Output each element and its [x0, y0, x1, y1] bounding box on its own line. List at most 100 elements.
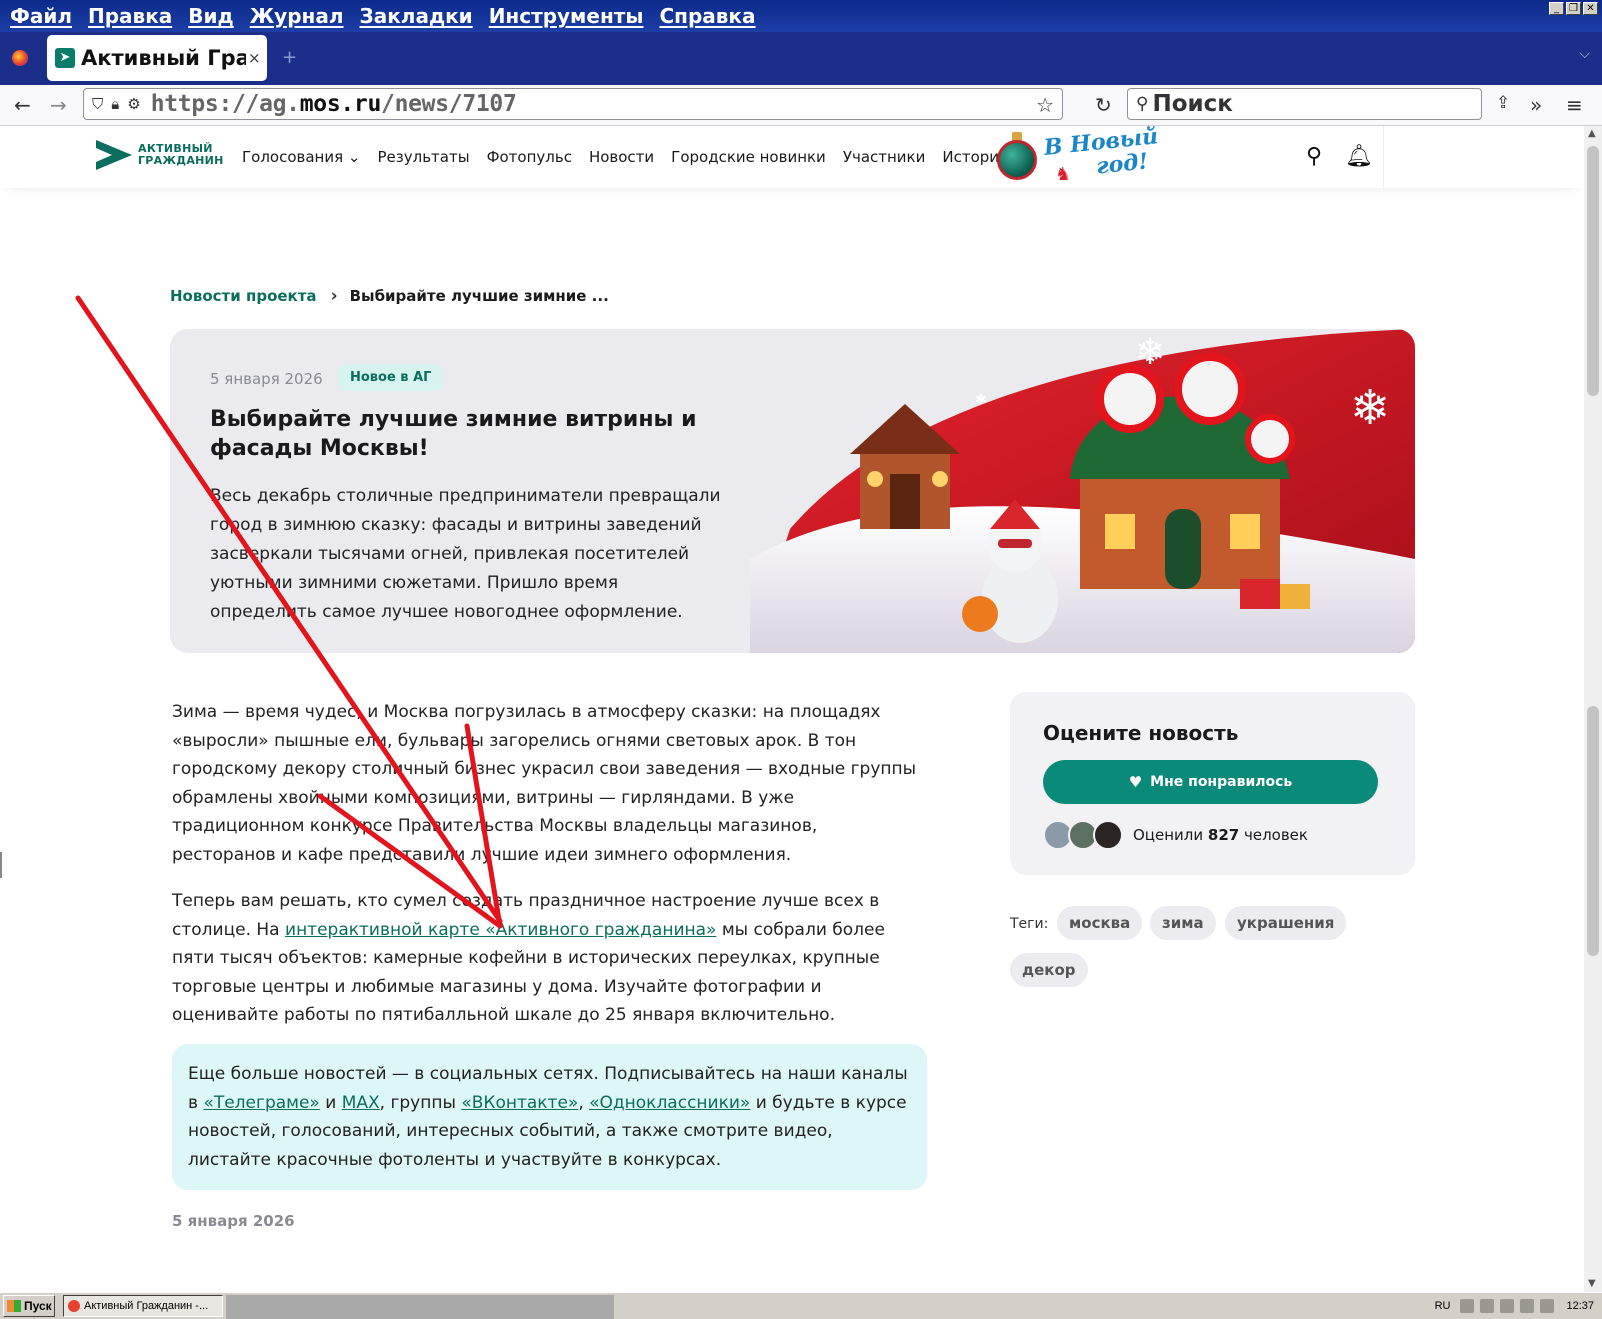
extensions-icon[interactable]: ⇪ — [1496, 93, 1510, 113]
chevron-down-icon: ⌄ — [347, 148, 361, 166]
telegram-link[interactable]: «Телеграме» — [203, 1093, 319, 1113]
site-header: АКТИВНЫЙ ГРАЖДАНИН Голосования ⌄ Результа… — [0, 126, 1584, 188]
news-lead: Весь декабрь столичные предприниматели п… — [210, 486, 721, 622]
tray-app-icon[interactable] — [1500, 1299, 1515, 1313]
close-window-icon[interactable]: ✕ — [1583, 2, 1598, 15]
web-page: АКТИВНЫЙ ГРАЖДАНИН Голосования ⌄ Результа… — [0, 126, 1584, 1292]
firefox-icon[interactable] — [12, 50, 28, 66]
menu-help[interactable]: Справка — [659, 4, 755, 28]
chevron-right-icon: › — [330, 286, 338, 306]
back-arrow-icon[interactable]: ← — [14, 93, 31, 117]
article-paragraph-1: Зима — время чудес, и Москва погрузилась… — [172, 702, 917, 865]
max-link[interactable]: MAX — [342, 1093, 380, 1113]
svg-text:✱: ✱ — [975, 392, 987, 408]
news-hero-card: 5 января 2026 Новое в АГ Выбирайте лучши… — [170, 329, 1415, 653]
tag-winter[interactable]: зима — [1150, 906, 1216, 940]
bell-icon[interactable]: 🔔︎ — [1345, 144, 1373, 169]
menu-edit[interactable]: Правка — [88, 4, 172, 28]
scrollbar-thumb-2[interactable] — [1587, 706, 1599, 956]
nav-participants[interactable]: Участники — [843, 148, 926, 166]
firefox-icon — [68, 1300, 80, 1312]
lock-icon[interactable]: 🔒︎ — [111, 95, 119, 113]
tab-strip: ➤ Активный Граж × — [0, 32, 1602, 85]
site-favicon-icon: ➤ — [55, 48, 75, 68]
reload-icon[interactable]: ↻ — [1095, 93, 1112, 117]
rated-count: Оценили 827 человек — [1133, 826, 1308, 844]
category-badge[interactable]: Новое в АГ — [338, 364, 444, 391]
menu-tools[interactable]: Инструменты — [489, 4, 644, 28]
scrollbar-thumb[interactable] — [1587, 146, 1599, 396]
news-title: Выбирайте лучшие зимние витрины и фасады… — [210, 407, 697, 461]
taskbar: Пуск Активный Гражданин -... RU 12:37 — [0, 1292, 1602, 1319]
menu-view[interactable]: Вид — [188, 4, 233, 28]
rating-title: Оцените новость — [1043, 721, 1239, 745]
clock[interactable]: 12:37 — [1566, 1300, 1594, 1312]
breadcrumb-parent-link[interactable]: Новости проекта — [170, 287, 317, 305]
interactive-map-link[interactable]: интерактивной карте «Активного гражданин… — [285, 920, 716, 940]
new-tab-button[interactable]: + — [282, 47, 297, 68]
nav-city-novelties[interactable]: Городские новинки — [671, 148, 826, 166]
heart-icon: ♥ — [1128, 773, 1143, 791]
scroll-up-icon[interactable]: ▲ — [1588, 128, 1596, 139]
system-tray: RU 12:37 — [1435, 1295, 1600, 1317]
nav-results[interactable]: Результаты — [378, 148, 470, 166]
network-icon[interactable] — [1480, 1299, 1495, 1313]
logo-line-2: ГРАЖДАНИН — [138, 154, 224, 167]
address-bar[interactable]: ⛉ 🔒︎ ⚙ https://ag.mos.ru/news/7107 ☆ — [83, 88, 1063, 120]
scroll-down-icon[interactable]: ▼ — [1588, 1278, 1596, 1289]
search-icon: ⚲ — [1136, 94, 1149, 114]
article-footer-date: 5 января 2026 — [172, 1212, 295, 1230]
site-nav: Голосования ⌄ Результаты Фотопульс Новос… — [242, 148, 1026, 166]
svg-text:❄: ❄ — [1350, 380, 1390, 436]
search-bar[interactable]: ⚲ — [1127, 88, 1482, 120]
nav-votes[interactable]: Голосования ⌄ — [242, 148, 361, 166]
logo-arrow-icon — [96, 140, 132, 170]
tray-arrow-icon[interactable] — [1460, 1299, 1475, 1313]
tag-decor[interactable]: декор — [1010, 953, 1088, 987]
tab-close-icon[interactable]: × — [248, 49, 261, 67]
breadcrumb-current: Выбирайте лучшие зимние ... — [349, 287, 609, 305]
menu-bookmarks[interactable]: Закладки — [360, 4, 473, 28]
tag-moscow[interactable]: москва — [1057, 906, 1143, 940]
windows-logo-icon — [7, 1300, 21, 1312]
forward-arrow-icon[interactable]: → — [50, 93, 67, 117]
social-callout: Еще больше новостей — в социальных сетях… — [172, 1044, 927, 1190]
nav-photopulse[interactable]: Фотопульс — [487, 148, 572, 166]
ok-link[interactable]: «Одноклассники» — [589, 1093, 750, 1113]
shield-icon[interactable]: ⛉ — [92, 95, 103, 113]
svg-text:❄: ❄ — [1135, 332, 1165, 373]
nav-toolbar: ← → ⛉ 🔒︎ ⚙ https://ag.mos.ru/news/7107 ☆… — [0, 85, 1602, 126]
tab-active[interactable]: ➤ Активный Граж × — [47, 35, 267, 81]
page-scrollbar[interactable]: ▲ ▼ — [1584, 126, 1602, 1292]
overflow-chevrons-icon[interactable]: » — [1530, 93, 1542, 117]
volume-icon[interactable] — [1540, 1299, 1555, 1313]
menu-file[interactable]: Файл — [10, 4, 72, 28]
permissions-icon[interactable]: ⚙ — [127, 95, 140, 113]
bookmark-star-icon[interactable]: ☆ — [1036, 93, 1054, 117]
tray-device-icon[interactable] — [1520, 1299, 1535, 1313]
news-date: 5 января 2026 — [210, 370, 323, 388]
site-logo[interactable]: АКТИВНЫЙ ГРАЖДАНИН — [96, 140, 224, 170]
nav-news[interactable]: Новости — [589, 148, 654, 166]
vk-link[interactable]: «ВКонтакте» — [461, 1093, 578, 1113]
window-controls: _ ❐ ✕ — [1549, 2, 1598, 15]
search-icon[interactable]: ⚲ — [1306, 144, 1322, 169]
restore-icon[interactable]: ❐ — [1566, 2, 1581, 15]
tab-list-chevron-icon[interactable]: ⌵ — [1579, 46, 1590, 62]
browser-menubar: Файл Правка Вид Журнал Закладки Инструме… — [0, 0, 1602, 32]
breadcrumb: Новости проекта › Выбирайте лучшие зимни… — [170, 286, 609, 306]
minimize-icon[interactable]: _ — [1549, 2, 1564, 15]
taskbar-firefox-task[interactable]: Активный Гражданин -... — [63, 1295, 223, 1317]
tag-decorations[interactable]: украшения — [1225, 906, 1347, 940]
article-body: Зима — время чудес, и Москва погрузилась… — [172, 698, 922, 1048]
language-indicator[interactable]: RU — [1435, 1300, 1451, 1312]
start-button[interactable]: Пуск — [3, 1295, 55, 1317]
like-button[interactable]: ♥ Мне понравилось — [1043, 760, 1378, 804]
search-input[interactable] — [1152, 91, 1453, 117]
horse-icon: ♞ — [1055, 164, 1072, 185]
app-menu-icon[interactable]: ≡ — [1566, 93, 1583, 117]
winter-houses-illustration: ❄ ❄ ✱ — [750, 329, 1415, 653]
screen: Файл Правка Вид Журнал Закладки Инструме… — [0, 0, 1602, 1319]
menu-history[interactable]: Журнал — [250, 4, 344, 28]
url-text[interactable]: https://ag.mos.ru/news/7107 — [151, 91, 517, 117]
